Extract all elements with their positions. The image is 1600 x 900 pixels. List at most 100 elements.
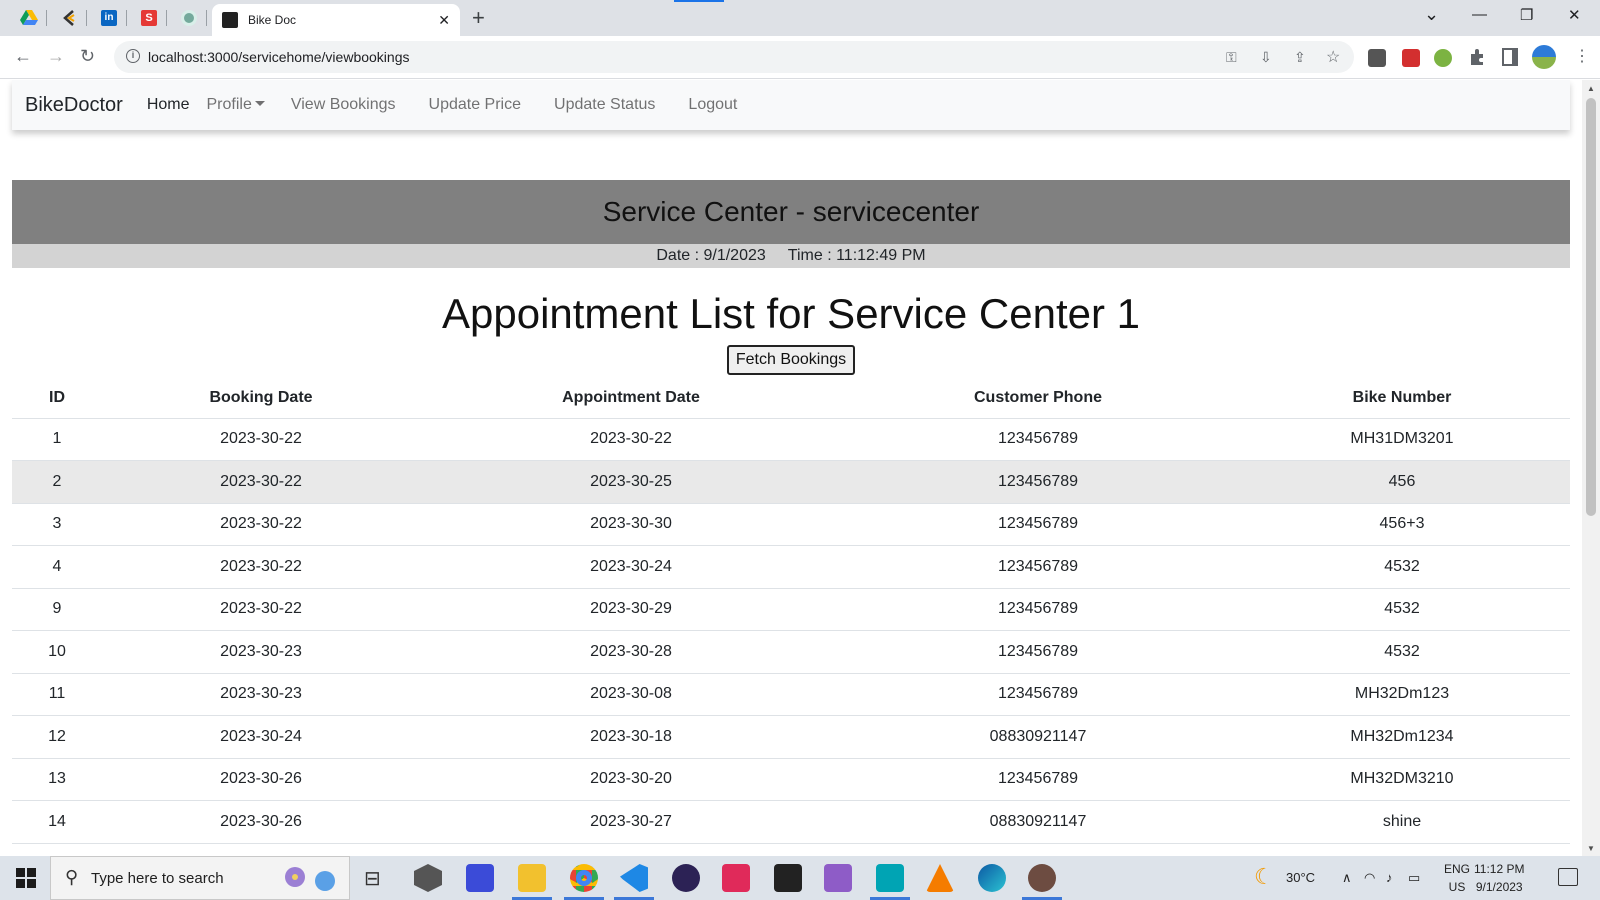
remote-desktop-icon[interactable] [876,864,904,892]
cell-customer-phone: 123456789 [842,673,1234,716]
tab-bike-doc[interactable]: Bike Doc ✕ [212,4,460,36]
cell-customer-phone: 08830921147 [842,800,1234,844]
nav-view-bookings[interactable]: View Bookings [291,96,396,114]
visual-paradigm-app-icon[interactable] [466,864,494,892]
nav-logout[interactable]: Logout [688,96,737,114]
back-icon[interactable]: ← [14,46,32,67]
cell-appointment-date: 2023-30-28 [420,630,842,674]
extensions-puzzle-icon[interactable] [1468,48,1486,66]
page-scrollbar[interactable]: ▲ ▼ [1582,80,1600,856]
custom-c-tab[interactable] [56,6,82,30]
cell-id: 3 [12,503,102,546]
task-view-icon[interactable]: ⊟ [364,866,381,891]
cell-customer-phone: 123456789 [842,545,1234,589]
search-icon: ⚲ [65,867,79,887]
minimize-button[interactable]: — [1472,6,1487,23]
vscode-app-icon[interactable] [620,864,648,892]
scrollbar-thumb[interactable] [1586,98,1596,516]
cell-booking-date: 2023-30-26 [102,800,420,844]
password-key-icon[interactable]: ⚿ [1226,49,1237,66]
table-row: 4 2023-30-22 2023-30-24 123456789 4532 [12,545,1570,589]
edge-app-icon[interactable] [978,864,1006,892]
pdf-extension-icon[interactable] [1402,49,1420,67]
cell-customer-phone: 123456789 [842,630,1234,674]
profile-avatar[interactable] [1532,45,1556,69]
install-app-icon[interactable]: ⇩ [1260,49,1272,66]
cell-id: 9 [12,588,102,631]
site-info-icon[interactable]: i [126,49,140,63]
new-tab-button[interactable]: + [472,5,485,31]
battery-icon[interactable]: ▭ [1408,870,1420,886]
weather-temperature[interactable]: 30°C [1286,870,1315,885]
cell-booking-date: 2023-30-22 [102,545,420,589]
cell-id: 12 [12,715,102,759]
vlc-app-icon[interactable] [926,864,954,892]
input-language[interactable]: ENG US [1444,860,1470,896]
visual-studio-preview-icon[interactable] [824,864,852,892]
tab-separator [86,10,87,26]
cell-booking-date: 2023-30-22 [102,460,420,504]
eclipse-app-icon[interactable] [672,864,700,892]
table-row: 2 2023-30-22 2023-30-25 123456789 456 [12,460,1570,504]
page-title: Appointment List for Service Center 1 [441,290,1140,337]
file-explorer-icon[interactable] [518,864,546,892]
cell-customer-phone: 123456789 [842,588,1234,631]
wifi-icon[interactable]: ◠ [1364,870,1375,886]
selenium-extension-icon[interactable] [1368,49,1386,67]
scroll-up-arrow-icon[interactable]: ▲ [1587,84,1595,93]
unity-app-icon[interactable] [414,864,442,892]
system-clock[interactable]: 11:12 PM 9/1/2023 [1474,860,1524,896]
chatgpt-tab[interactable] [176,6,202,30]
nav-home[interactable]: Home [147,96,190,114]
cell-appointment-date: 2023-30-27 [420,800,842,844]
restore-button[interactable]: ❐ [1520,6,1533,24]
scroll-down-arrow-icon[interactable]: ▼ [1587,844,1595,853]
close-window-button[interactable]: ✕ [1568,6,1581,24]
cell-appointment-date: 2023-30-24 [420,545,842,589]
tab-title: Bike Doc [248,13,297,27]
nav-update-price[interactable]: Update Price [429,96,522,114]
reload-icon[interactable]: ↻ [80,46,95,67]
table-row: 3 2023-30-22 2023-30-30 123456789 456+3 [12,503,1570,546]
nav-profile-label: Profile [206,96,252,113]
cell-bike-number: 4532 [1234,588,1570,631]
google-drive-tab[interactable] [16,6,42,30]
notification-center-icon[interactable] [1558,868,1578,886]
game-app-icon[interactable] [1028,864,1056,892]
weather-moon-icon[interactable]: ☾ [1254,864,1274,890]
volume-icon[interactable]: ♪ [1386,870,1393,885]
address-bar[interactable]: i localhost:3000/servicehome/viewbooking… [114,41,1354,73]
bookmark-star-icon[interactable]: ☆ [1326,47,1340,67]
share-icon[interactable]: ⇪ [1294,49,1306,66]
chrome-app-icon[interactable] [570,864,598,892]
page-viewport: BikeDoctor Home Profile View Bookings Up… [0,80,1582,856]
cell-id: 1 [12,418,102,461]
s-app-tab[interactable]: S [136,6,162,30]
bike-doc-favicon [222,12,238,28]
linkedin-tab[interactable]: in [96,6,122,30]
cell-bike-number: MH32DM3210 [1234,758,1570,801]
tab-search-icon[interactable]: ⌄ [1424,4,1439,25]
fetch-bookings-button[interactable]: Fetch Bookings [727,345,855,375]
chrome-menu-icon[interactable]: ⋮ [1574,46,1590,66]
table-header-row: ID Booking Date Appointment Date Custome… [12,378,1570,419]
windows-start-button[interactable] [16,868,36,888]
url-text[interactable]: localhost:3000/servicehome/viewbookings [148,49,409,65]
nav-update-status[interactable]: Update Status [554,96,655,114]
postman-like-app-icon[interactable] [722,864,750,892]
cell-appointment-date: 2023-30-30 [420,503,842,546]
gear-extension-icon[interactable] [1434,49,1452,67]
close-tab-icon[interactable]: ✕ [438,12,450,29]
side-panel-icon[interactable] [1502,48,1518,66]
taskbar-search-box[interactable]: ⚲ Type here to search [50,856,350,900]
browser-toolbar: ← → ↻ i localhost:3000/servicehome/viewb… [0,36,1600,79]
current-date: Date : 9/1/2023 [656,247,766,264]
nav-profile-dropdown[interactable]: Profile [207,96,265,114]
appointments-table: ID Booking Date Appointment Date Custome… [12,378,1570,844]
mysql-app-icon[interactable] [774,864,802,892]
table-row: 13 2023-30-26 2023-30-20 123456789 MH32D… [12,758,1570,801]
forward-icon[interactable]: → [47,46,65,67]
show-hidden-icons-chevron-icon[interactable]: ∧ [1342,870,1352,886]
navbar-brand[interactable]: BikeDoctor [25,94,123,117]
cell-id: 13 [12,758,102,801]
